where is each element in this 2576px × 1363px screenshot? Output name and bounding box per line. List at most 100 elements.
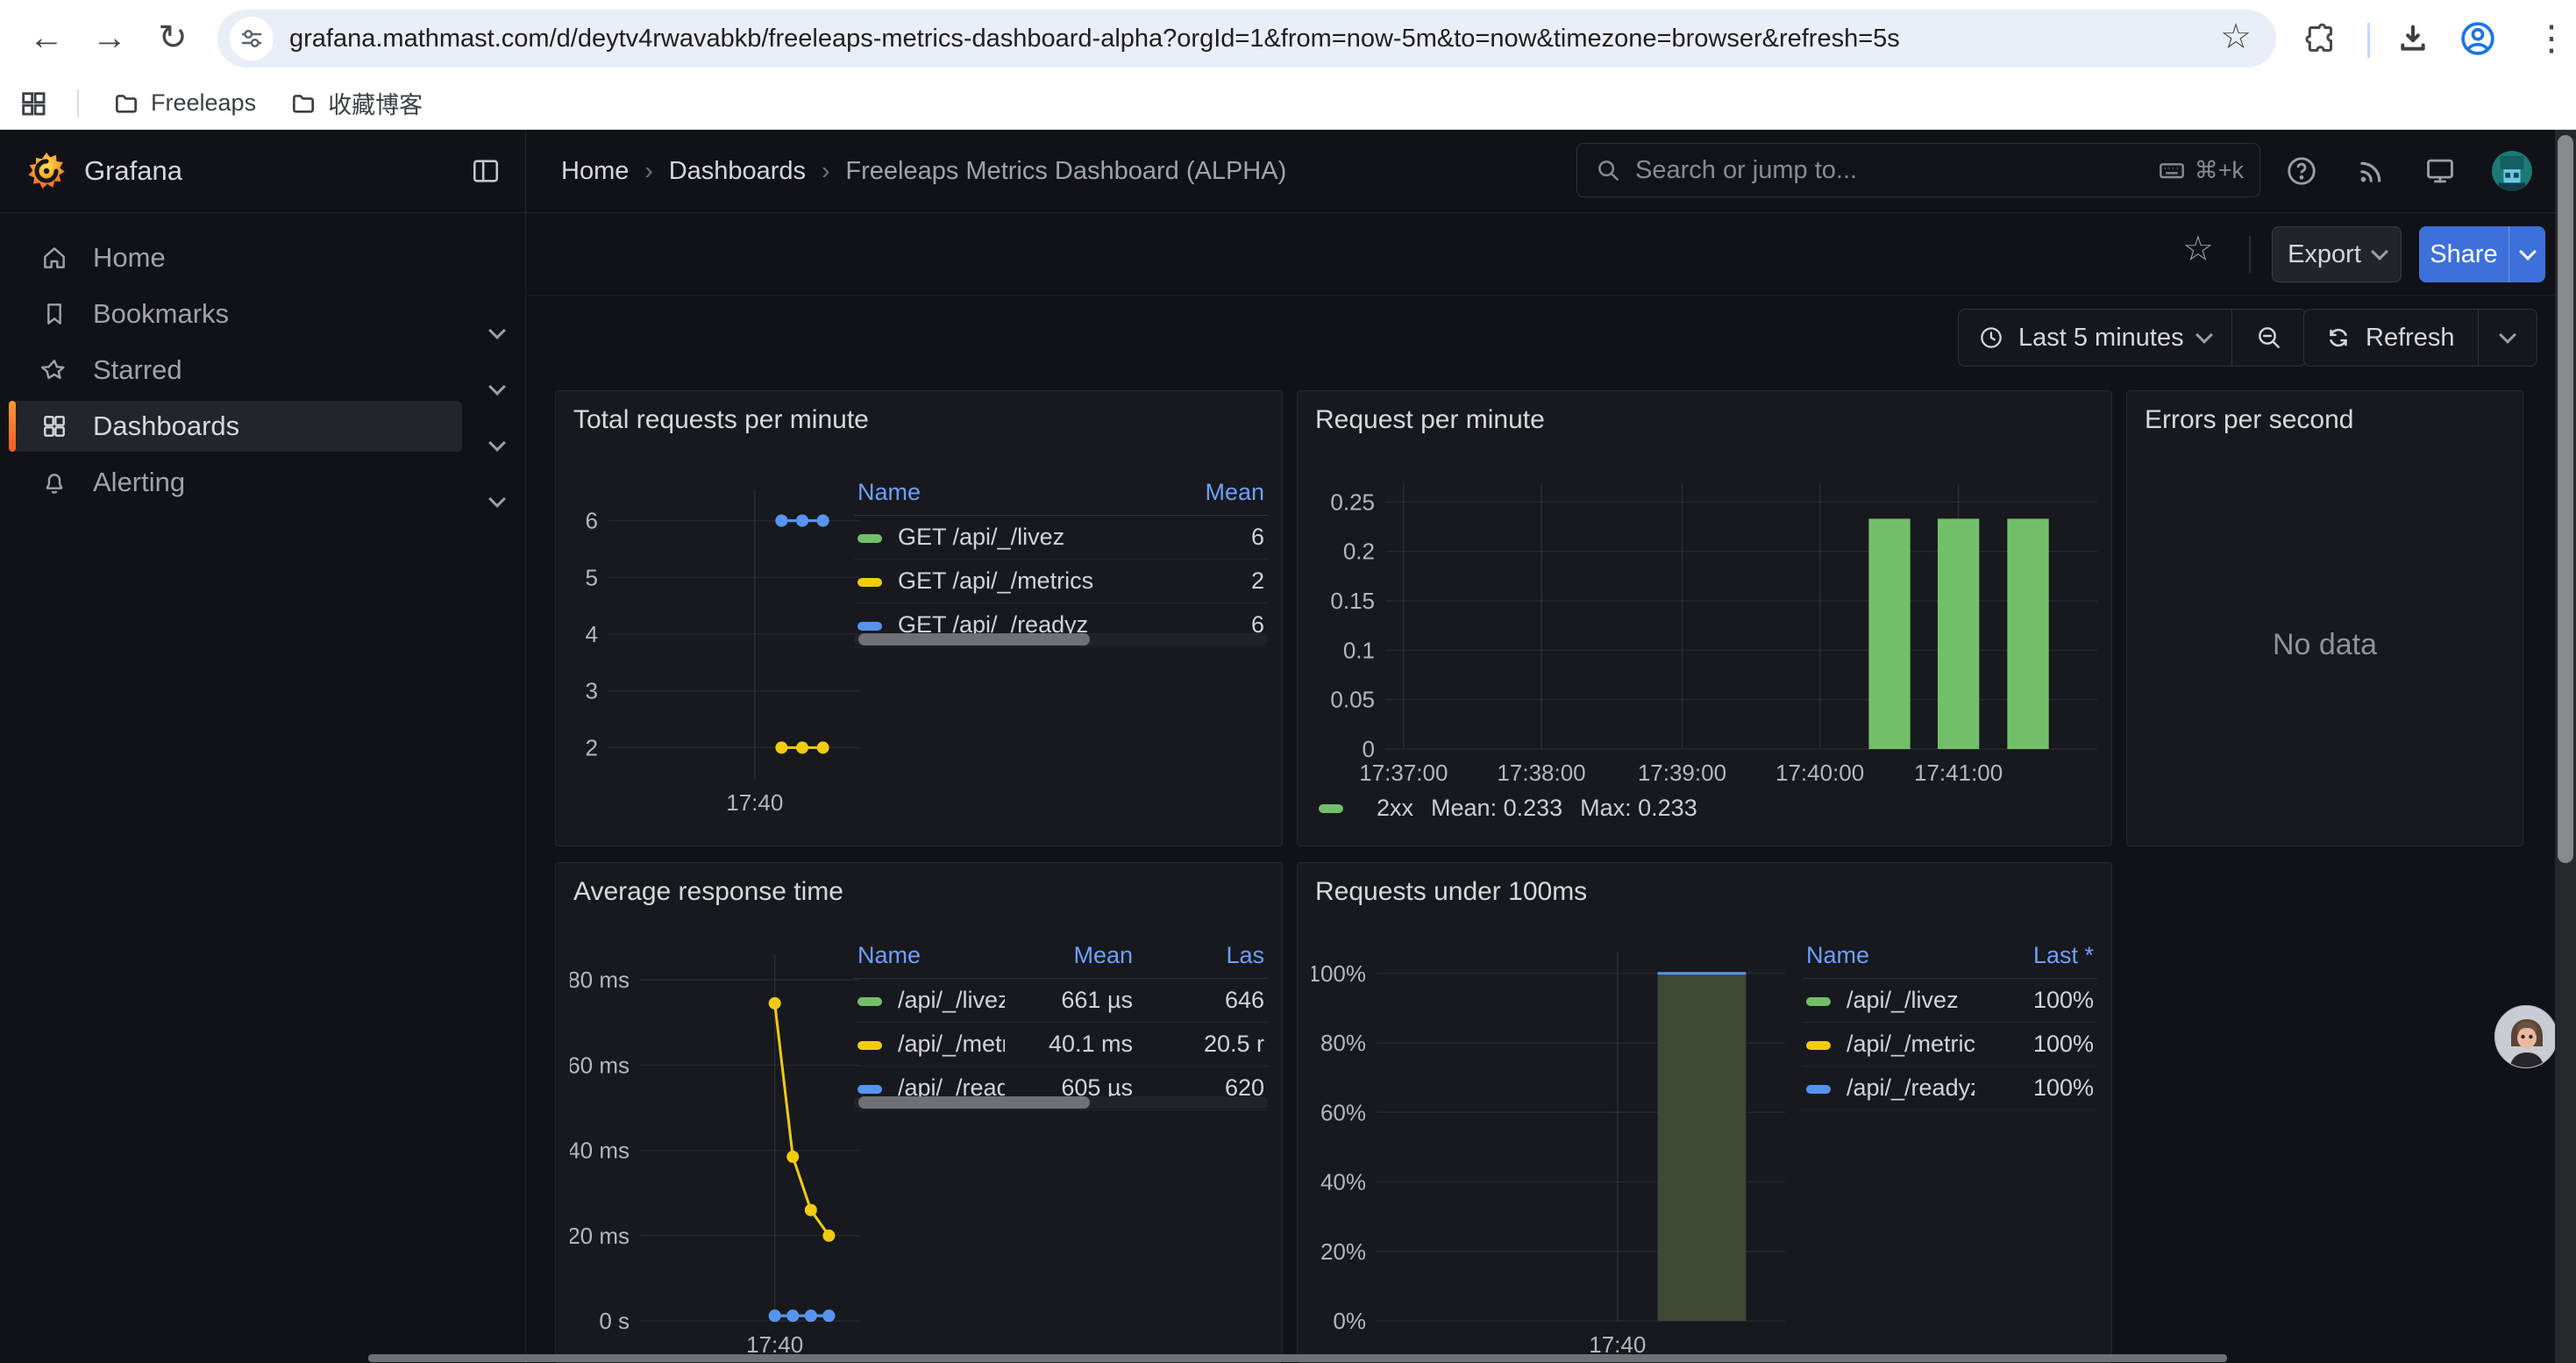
news-button[interactable] [2355,154,2388,188]
sidebar-item-bookmarks[interactable]: Bookmarks [9,289,462,339]
panel-request-per-minute[interactable]: Request per minute 0.250.20.150.10.05017… [1297,390,2112,846]
legend-column-header[interactable]: Mean [1005,935,1136,979]
timeseries-chart: 6543217:40 [570,468,859,819]
legend-row[interactable]: /api/_/metrics100% [1803,1023,2097,1067]
timeseries-chart: 80 ms60 ms40 ms20 ms0 s17:40 [570,931,859,1363]
panel-average-response-time[interactable]: Average response time 80 ms60 ms40 ms20 … [555,862,1283,1363]
bookmark-folder-freeleaps[interactable]: Freeleaps [112,89,256,118]
search-input[interactable]: Search or jump to... ⌘+k [1576,143,2260,197]
svg-text:60 ms: 60 ms [570,1052,630,1078]
vertical-scrollbar[interactable] [2555,130,2576,1363]
back-button[interactable]: ← [21,12,72,63]
legend-table-wrap: NameMeanGET /api/_/livez6GET /api/_/metr… [854,472,1268,647]
svg-text:0 s: 0 s [599,1308,630,1334]
breadcrumb-dashboards[interactable]: Dashboards [669,157,806,186]
floating-assistant-avatar[interactable] [2494,1005,2558,1068]
legend-row[interactable]: /api/_/readyz100% [1803,1067,2097,1110]
grafana-header: Grafana Home › Dashboards › Freeleaps Me… [0,130,2576,213]
downloads-button[interactable] [2390,16,2436,61]
sidebar-item-alerting[interactable]: Alerting [9,457,462,508]
legend-scrollbar[interactable] [854,1096,1268,1109]
sidebar-item-starred[interactable]: Starred [9,345,462,396]
star-dashboard-button[interactable]: ☆ [2182,229,2214,269]
series-color-swatch [1806,1085,1831,1094]
panel-title[interactable]: Request per minute [1315,405,1545,435]
chevron-down-icon [488,490,506,508]
sidebar-expand-dashboards[interactable] [472,420,523,471]
legend-row[interactable]: GET /api/_/metrics2 [854,560,1268,603]
panel-errors-per-second[interactable]: Errors per second No data [2126,390,2523,846]
legend-scrollbar[interactable] [854,633,1268,646]
legend-column-header[interactable]: Name [854,472,1145,516]
panel-requests-under-100ms[interactable]: Requests under 100ms 100%80%60%40%20%0%1… [1297,862,2112,1363]
legend-column-header[interactable]: Name [854,935,1005,979]
chevron-down-icon [488,322,506,339]
series-color-swatch [857,997,882,1006]
apps-grid-button[interactable] [11,81,56,126]
refresh-interval-button[interactable] [2479,334,2537,341]
legend-column-header[interactable]: Last * [1975,935,2097,979]
address-bar[interactable]: grafana.mathmast.com/d/deytv4rwavabkb/fr… [217,10,2276,68]
toolbar-divider [2367,23,2370,58]
bookmark-folder-blogs[interactable]: 收藏博客 [289,86,423,120]
panel-title[interactable]: Average response time [573,877,843,907]
horizontal-scrollbar-thumb[interactable] [368,1354,2227,1362]
breadcrumb: Home › Dashboards › Freeleaps Metrics Da… [561,130,1286,212]
legend-row[interactable]: /api/_/livez100% [1803,979,2097,1023]
url-text[interactable]: grafana.mathmast.com/d/deytv4rwavabkb/fr… [289,25,1900,54]
svg-text:4: 4 [586,621,598,647]
breadcrumb-separator: › [644,157,652,185]
sidebar-toggle-button[interactable] [471,156,501,186]
share-button[interactable]: Share [2419,226,2508,282]
sidebar-expand-starred[interactable] [472,364,523,415]
extensions-button[interactable] [2297,16,2343,61]
sidebar-item-label: Alerting [93,467,185,498]
svg-text:0%: 0% [1333,1308,1366,1334]
bookmark-star-icon[interactable]: ☆ [2220,17,2252,57]
legend-max: Max: 0.233 [1580,795,1697,822]
panel-total-requests[interactable]: Total requests per minute 6543217:40 Nam… [555,390,1283,846]
time-range-label: Last 5 minutes [2018,324,2184,353]
scrollbar-thumb[interactable] [2558,135,2573,863]
site-info-button[interactable] [230,17,274,61]
legend-row[interactable]: /api/_/livez661 µs646 [854,979,1268,1023]
svg-text:0.1: 0.1 [1343,637,1375,663]
refresh-button[interactable]: Refresh [2304,324,2478,353]
legend-column-header[interactable]: Las [1136,935,1268,979]
sidebar-item-dashboards[interactable]: Dashboards [9,401,462,452]
share-menu-button[interactable] [2508,226,2545,282]
monitor-button[interactable] [2423,154,2457,188]
breadcrumb-home[interactable]: Home [561,157,629,186]
reload-button[interactable]: ↻ [147,12,198,63]
panel-title[interactable]: Requests under 100ms [1315,877,1587,907]
export-button[interactable]: Export [2272,226,2402,282]
sidebar-nav: Home Bookmarks Starred Dashboards Alerti… [0,213,526,1363]
legend-column-header[interactable]: Mean [1145,472,1268,516]
forward-button[interactable]: → [84,12,135,63]
no-data-message: No data [2127,628,2523,662]
svg-text:3: 3 [586,678,598,704]
toolbar-divider [2249,236,2251,273]
apps-grid-icon [18,89,48,118]
browser-menu-button[interactable]: ⋮ [2529,12,2574,65]
sidebar-item-home[interactable]: Home [9,232,462,283]
profile-button[interactable] [2455,16,2501,61]
chevron-down-icon [488,434,506,452]
sidebar-expand-alerting[interactable] [472,476,523,527]
legend-table-wrap: NameMeanLas/api/_/livez661 µs646/api/_/m… [854,935,1268,1110]
help-button[interactable] [2285,154,2318,188]
legend-row[interactable]: 2xx Mean: 0.233 Max: 0.233 [1319,795,1697,822]
svg-text:20 ms: 20 ms [570,1223,630,1249]
legend-column-header[interactable]: Name [1803,935,1975,979]
panel-title[interactable]: Total requests per minute [573,405,869,435]
time-range-picker[interactable]: Last 5 minutes [1958,309,2307,367]
zoom-out-button[interactable] [2232,324,2306,352]
rss-icon [2355,154,2388,188]
panel-title[interactable]: Errors per second [2145,405,2353,435]
user-avatar[interactable] [2492,151,2532,191]
sidebar-expand-bookmarks[interactable] [472,308,523,359]
search-shortcut: ⌘+k [2158,156,2244,184]
svg-text:40 ms: 40 ms [570,1138,630,1164]
legend-row[interactable]: /api/_/metrics40.1 ms20.5 r [854,1023,1268,1067]
legend-row[interactable]: GET /api/_/livez6 [854,516,1268,560]
